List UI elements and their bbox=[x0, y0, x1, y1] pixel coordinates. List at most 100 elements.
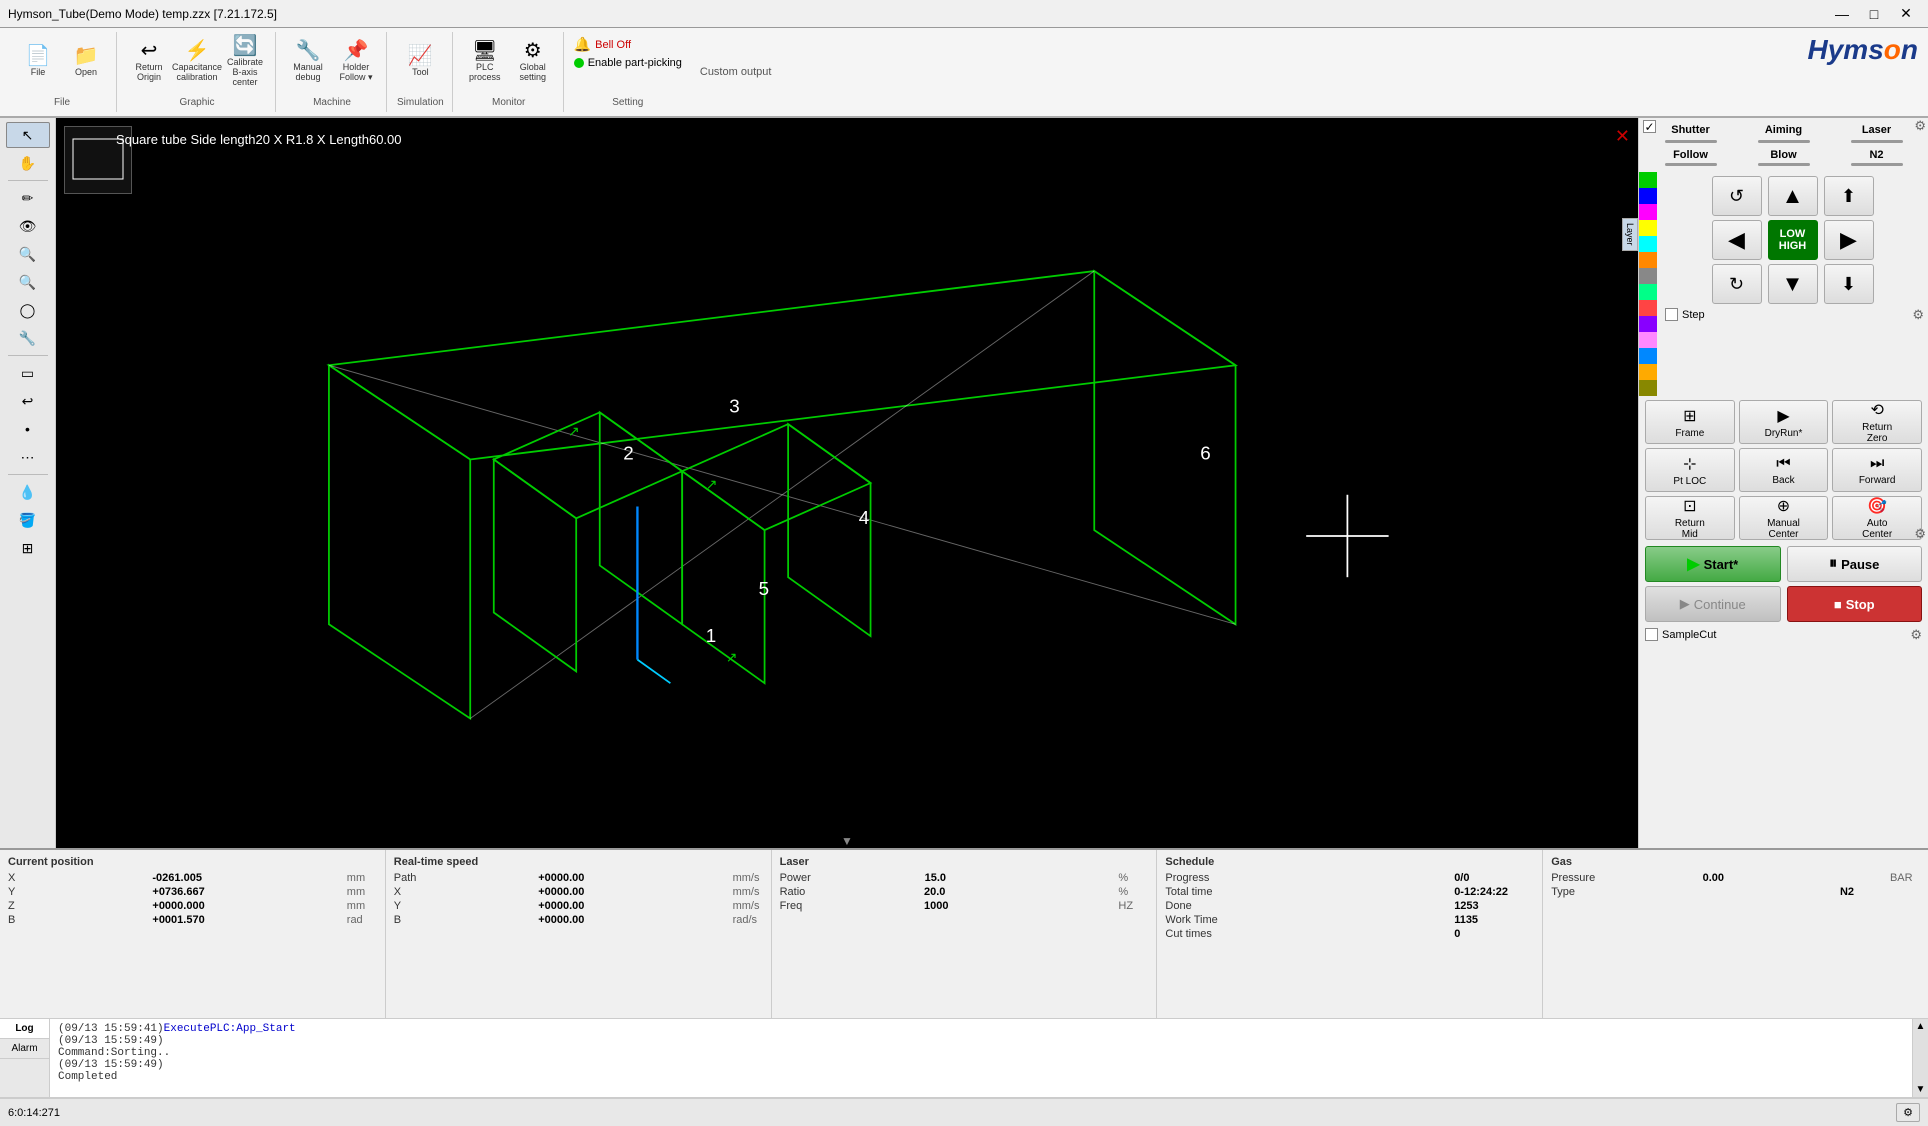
fill-tool[interactable]: 🪣 bbox=[6, 507, 50, 533]
move-left-button[interactable]: ◀ bbox=[1712, 220, 1762, 260]
file-button[interactable]: 📄 File bbox=[16, 36, 60, 88]
dot-tool[interactable]: • bbox=[6, 416, 50, 442]
titlebar: Hymson_Tube(Demo Mode) temp.zzx [7.21.17… bbox=[0, 0, 1928, 28]
move-right-button[interactable]: ▶ bbox=[1824, 220, 1874, 260]
nav-row-top: ↺ ▲ ⬆ bbox=[1712, 176, 1874, 216]
scroll-down-arrow[interactable]: ▼ bbox=[1916, 1084, 1926, 1095]
schedule-totaltime-row: Total time 0-12:24:22 bbox=[1165, 886, 1534, 898]
expand-tool[interactable]: ⊞ bbox=[6, 535, 50, 561]
undo-tool[interactable]: ↩ bbox=[6, 388, 50, 414]
select-tool[interactable]: ↖ bbox=[6, 122, 50, 148]
tools-icon[interactable]: 🔧 bbox=[6, 325, 50, 351]
zoom-out-tool[interactable]: 🔍 bbox=[6, 269, 50, 295]
close-button[interactable]: ✕ bbox=[1892, 4, 1920, 24]
bell-off-button[interactable]: 🔔 Bell Off bbox=[574, 36, 682, 53]
color-cell-14[interactable] bbox=[1639, 380, 1657, 396]
zoom-in-tool[interactable]: 🔍 bbox=[6, 241, 50, 267]
laser-settings-gear[interactable]: ⚙ bbox=[1914, 118, 1926, 134]
bottom-bar: 6:0:14:271 ⚙ bbox=[0, 1098, 1928, 1126]
eye-tool[interactable]: 👁 bbox=[6, 213, 50, 239]
global-setting-button[interactable]: ⚙ Globalsetting bbox=[511, 36, 555, 88]
move-up-alt-button[interactable]: ⬆ bbox=[1824, 176, 1874, 216]
capacitance-button[interactable]: ⚡ Capacitancecalibration bbox=[175, 36, 219, 88]
step-settings-gear[interactable]: ⚙ bbox=[1912, 307, 1924, 323]
calibrate-b-axis-button[interactable]: 🔄 CalibrateB-axis center bbox=[223, 36, 267, 88]
color-cell-6[interactable] bbox=[1639, 252, 1657, 268]
color-cell-13[interactable] bbox=[1639, 364, 1657, 380]
gas-type-row: Type N2 bbox=[1551, 886, 1920, 898]
color-cell-2[interactable] bbox=[1639, 188, 1657, 204]
color-cell-11[interactable] bbox=[1639, 332, 1657, 348]
droplet-tool[interactable]: 💧 bbox=[6, 479, 50, 505]
forward-label: Forward bbox=[1859, 475, 1896, 486]
enable-part-picking-button[interactable]: Enable part-picking bbox=[574, 57, 682, 69]
hand-tool[interactable]: ✋ bbox=[6, 150, 50, 176]
holder-follow-button[interactable]: 📌 HolderFollow ▾ bbox=[334, 36, 378, 88]
frame-button[interactable]: ⊞ Frame bbox=[1645, 400, 1735, 444]
color-cell-10[interactable] bbox=[1639, 316, 1657, 332]
color-cell-9[interactable] bbox=[1639, 300, 1657, 316]
minimize-button[interactable]: — bbox=[1828, 4, 1856, 24]
more-tools[interactable]: ⋯ bbox=[6, 444, 50, 470]
sample-cut-gear[interactable]: ⚙ bbox=[1910, 627, 1922, 643]
pencil-tool[interactable]: ✏ bbox=[6, 185, 50, 211]
move-up-button[interactable]: ▲ bbox=[1768, 176, 1818, 216]
move-down-alt-button[interactable]: ⬇ bbox=[1824, 264, 1874, 304]
dryrun-button[interactable]: ▶ DryRun* bbox=[1739, 400, 1829, 444]
maximize-button[interactable]: □ bbox=[1860, 4, 1888, 24]
stop-button[interactable]: ■ Stop bbox=[1787, 586, 1923, 622]
auto-center-button[interactable]: 🎯 AutoCenter bbox=[1832, 496, 1922, 540]
speed-path-val: +0000.00 bbox=[538, 872, 618, 884]
close-canvas-button[interactable]: ✕ bbox=[1615, 126, 1630, 147]
back-button[interactable]: ⏮ Back bbox=[1739, 448, 1829, 492]
color-cell-4[interactable] bbox=[1639, 220, 1657, 236]
forward-button[interactable]: ⏭ Forward bbox=[1832, 448, 1922, 492]
return-mid-button[interactable]: ⊡ ReturnMid bbox=[1645, 496, 1735, 540]
color-cell-8[interactable] bbox=[1639, 284, 1657, 300]
move-down-button[interactable]: ▼ bbox=[1768, 264, 1818, 304]
layer-tab[interactable]: Layer bbox=[1622, 218, 1638, 251]
canvas-label: Square tube Side length20 X R1.8 X Lengt… bbox=[116, 132, 402, 147]
follow-bar bbox=[1665, 163, 1717, 166]
frame-label: Frame bbox=[1675, 428, 1704, 439]
pause-icon: ⏸ bbox=[1829, 555, 1837, 573]
color-cell-3[interactable] bbox=[1639, 204, 1657, 220]
rotate-clockwise-button[interactable]: ↻ bbox=[1712, 264, 1762, 304]
continue-button[interactable]: ▶ Continue bbox=[1645, 586, 1781, 622]
tool-button[interactable]: 📈 Tool bbox=[398, 36, 442, 88]
step-label: Step bbox=[1682, 309, 1705, 321]
manual-center-button[interactable]: ⊕ ManualCenter bbox=[1739, 496, 1829, 540]
low-high-button[interactable]: LOW HIGH bbox=[1768, 220, 1818, 260]
pause-button[interactable]: ⏸ Pause bbox=[1787, 546, 1923, 582]
open-button[interactable]: 📁 Open bbox=[64, 36, 108, 88]
return-origin-button[interactable]: ↩ ReturnOrigin bbox=[127, 36, 171, 88]
plc-process-button[interactable]: 🖥 PLCprocess bbox=[463, 36, 507, 88]
color-cell-12[interactable] bbox=[1639, 348, 1657, 364]
current-position-section: Current position X -0261.005 mm Y +0736.… bbox=[0, 850, 386, 1018]
settings-button-bottom[interactable]: ⚙ bbox=[1896, 1103, 1920, 1122]
pt-loc-button[interactable]: ⊹ Pt LOC bbox=[1645, 448, 1735, 492]
rect-tool[interactable]: ▭ bbox=[6, 360, 50, 386]
color-cell-7[interactable] bbox=[1639, 268, 1657, 284]
gas-pressure-unit: BAR bbox=[1890, 872, 1920, 884]
start-button[interactable]: ▶ Start* bbox=[1645, 546, 1781, 582]
collapse-arrow[interactable]: ▼ bbox=[841, 834, 853, 848]
canvas-right-wrapper: Square tube Side length20 X R1.8 X Lengt… bbox=[56, 118, 1928, 848]
speed-path-row: Path +0000.00 mm/s bbox=[394, 872, 763, 884]
step-checkbox[interactable] bbox=[1665, 308, 1678, 321]
circle-tool[interactable]: ◯ bbox=[6, 297, 50, 323]
log-tab[interactable]: Log bbox=[0, 1019, 49, 1039]
log-link[interactable]: ExecutePLC:App_Start bbox=[164, 1023, 296, 1035]
color-cell-1[interactable] bbox=[1639, 172, 1657, 188]
scroll-up-arrow[interactable]: ▲ bbox=[1916, 1021, 1926, 1032]
rotate-counterclockwise-button[interactable]: ↺ bbox=[1712, 176, 1762, 216]
return-zero-button[interactable]: ⟲ ReturnZero bbox=[1832, 400, 1922, 444]
sample-cut-checkbox[interactable] bbox=[1645, 628, 1658, 641]
laser-checkbox[interactable]: ✓ bbox=[1643, 120, 1656, 133]
action-row3-gear[interactable]: ⚙ bbox=[1914, 526, 1926, 542]
canvas-area[interactable]: Square tube Side length20 X R1.8 X Lengt… bbox=[56, 118, 1638, 848]
color-cell-5[interactable] bbox=[1639, 236, 1657, 252]
log-scrollbar[interactable]: ▲ ▼ bbox=[1912, 1019, 1928, 1097]
alarm-tab[interactable]: Alarm bbox=[0, 1039, 49, 1059]
manual-debug-button[interactable]: 🔧 Manualdebug bbox=[286, 36, 330, 88]
